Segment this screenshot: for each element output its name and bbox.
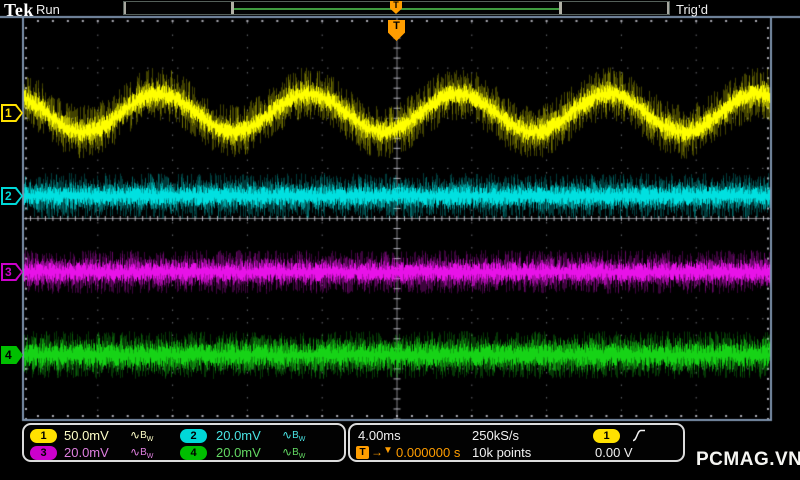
ch2-scale-readout: 20.0mV [216, 428, 261, 443]
ch4-badge[interactable]: 4 [180, 446, 207, 460]
bandwidth-icon: B [292, 430, 299, 441]
ch1-scale-readout: 50.0mV [64, 428, 109, 443]
trigger-source-badge[interactable]: 1 [593, 429, 620, 443]
trigger-status: Trig’d [676, 2, 709, 17]
ch4-coupling-bandwidth-icon: ∿BW [282, 445, 306, 460]
record-start-cap [124, 2, 126, 14]
timebase-readout: 4.00ms [358, 428, 401, 443]
trigger-marker-icon: ▼ [383, 445, 393, 456]
ch1-badge[interactable]: 1 [30, 429, 57, 443]
sample-rate-readout: 250kS/s [472, 428, 519, 443]
ch3-coupling-bandwidth-icon: ∿BW [130, 445, 154, 460]
bandwidth-icon: B [292, 447, 299, 458]
watermark: PCMAG.VN [696, 449, 800, 470]
ac-coupling-icon: ∿ [130, 445, 141, 459]
trigger-arrow-icon: → [371, 445, 383, 459]
waveform-display [0, 0, 800, 480]
channel-readout-panel: 1 50.0mV ∿BW 2 20.0mV ∿BW 3 20.0mV ∿BW 4… [22, 423, 346, 462]
ch1-coupling-bandwidth-icon: ∿BW [130, 428, 154, 443]
trigger-t-icon: T [356, 446, 369, 459]
oscilloscope-screen: Tek Run T Trig’d T 1 2 3 4 1 50.0mV ∿BW … [0, 0, 800, 480]
bandwidth-icon: B [140, 430, 147, 441]
ch3-scale-readout: 20.0mV [64, 445, 109, 460]
bandwidth-icon: B [140, 447, 147, 458]
record-length-readout: 10k points [472, 445, 532, 460]
ch3-badge[interactable]: 3 [30, 446, 57, 460]
ch1-marker-label: 1 [5, 106, 12, 120]
tek-logo: Tek [4, 0, 34, 20]
ch2-badge[interactable]: 2 [180, 429, 207, 443]
ac-coupling-icon: ∿ [282, 445, 293, 459]
ch2-marker-label: 2 [5, 189, 12, 203]
trigger-position-readout: 0.000000 s [396, 445, 461, 460]
horizontal-trigger-panel: 4.00ms 250kS/s 1 T → ▼ 0.000000 s 10k po… [348, 423, 685, 462]
trigger-level-readout: 0.00 V [595, 445, 633, 460]
ch4-marker-label: 4 [5, 348, 12, 362]
acquisition-status: Run [36, 2, 60, 17]
record-end-cap [667, 2, 669, 14]
ch4-scale-readout: 20.0mV [216, 445, 261, 460]
ch2-coupling-bandwidth-icon: ∿BW [282, 428, 306, 443]
ac-coupling-icon: ∿ [130, 428, 141, 442]
trigger-rising-slope-icon [632, 428, 646, 448]
ch3-marker-label: 3 [5, 265, 12, 279]
ac-coupling-icon: ∿ [282, 428, 293, 442]
record-window-end-marker [559, 2, 562, 14]
